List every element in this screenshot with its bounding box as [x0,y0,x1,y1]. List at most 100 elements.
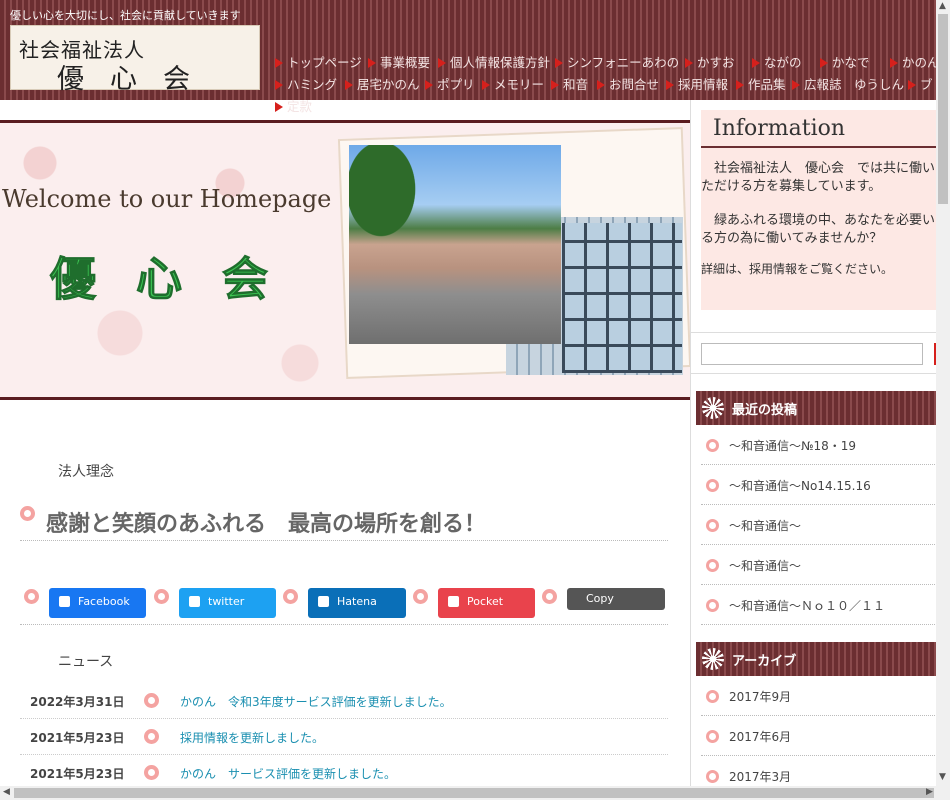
hatena-icon [318,596,329,607]
nav-item-nagano[interactable]: ながの [752,52,802,71]
nav-item-kasuo[interactable]: かすお [685,52,735,71]
nav-arrow-icon [666,80,674,90]
nav-item-top[interactable]: トップページ [275,52,362,71]
twitter-share-button[interactable]: twitter [179,588,276,618]
scroll-down-icon[interactable]: ▼ [939,772,946,782]
bullet-circle-icon [283,589,298,604]
nav-arrow-icon [890,58,898,68]
nav-arrow-icon [368,58,376,68]
recent-post-item[interactable]: ～和音通信～No14.15.16 [701,465,937,505]
nav-item-privacy[interactable]: 個人情報保護方針 [438,52,550,71]
nav-arrow-icon [820,58,828,68]
sidebar: Information 社会福祉法人 優心会 では共に働いただける方を募集してい… [690,100,940,800]
recent-post-item[interactable]: ～和音通信～Ｎｏ１０／１１ [701,585,937,625]
vertical-scroll-thumb[interactable] [938,14,948,204]
bullet-circle-icon [706,559,719,572]
information-title: Information [701,110,937,148]
bullet-circle-icon [20,506,35,521]
logo-line2: 優心会 [57,64,216,95]
pocket-icon [448,596,459,607]
scroll-up-icon[interactable]: ▲ [939,1,946,11]
nav-item-kyotaku-kanon[interactable]: 居宅かのん [345,74,420,93]
information-text: 社会福祉法人 優心会 では共に働いただける方を募集しています。 [701,161,936,194]
news-date: 2022年3月31日 [30,695,125,709]
nav-item-memory[interactable]: メモリー [482,74,544,93]
nav-item-contact[interactable]: お問合せ [597,74,659,93]
flower-icon [702,397,724,419]
nav-item-humming[interactable]: ハミング [275,74,337,93]
nav-item-works[interactable]: 作品集 [736,74,786,93]
bullet-circle-icon [542,589,557,604]
nav-item-kanon[interactable]: かのん [890,52,940,71]
archive-item[interactable]: 2017年9月 [701,676,937,716]
window-grid [562,223,682,373]
nav-item-blog[interactable]: ブ [908,74,933,93]
news-row: 2022年3月31日 かのん 令和3年度サービス評価を更新しました。 [20,683,668,719]
site-header: 優しい心を大切にし、社会に貢献していきます 社会福祉法人 優心会 トップページ … [0,0,950,114]
copy-button[interactable]: Copy [567,588,665,610]
nav-item-potpourri[interactable]: ポプリ [425,74,475,93]
news-label: ニュース [58,654,114,670]
site-logo[interactable]: 社会福祉法人 優心会 [10,25,260,95]
hatena-share-button[interactable]: Hatena [308,588,406,618]
recent-post-item[interactable]: ～和音通信～ [701,505,937,545]
philosophy-label: 法人理念 [58,464,114,480]
vertical-scrollbar[interactable]: ▲ ▼ [936,0,950,786]
hero-banner: Welcome to our Homepage 優心会 [0,120,690,400]
philosophy-heading: 感謝と笑顔のあふれる 最高の場所を創る！ [46,512,487,537]
tree-shape [349,145,429,255]
bullet-circle-icon [706,770,719,783]
information-text: 緑あふれる環境の中、あなたを必要いる方の為に働いてみませんか？ [701,213,936,246]
welcome-text: Welcome to our Homepage [2,185,332,213]
information-box: Information 社会福祉法人 優心会 では共に働いただける方を募集してい… [701,110,937,310]
nav-arrow-icon [551,80,559,90]
divider [20,624,668,625]
nav-arrow-icon [275,80,283,90]
nav-arrow-icon [736,80,744,90]
information-text: 詳細は、採用情報をご覧ください。 [701,262,894,276]
news-link[interactable]: 採用情報を更新しました。 [180,729,324,746]
pocket-share-button[interactable]: Pocket [438,588,535,618]
nav-item-newsletter[interactable]: 広報誌 ゆうしん [792,74,904,93]
nav-arrow-icon [438,58,446,68]
nav-arrow-icon [275,102,283,112]
bullet-circle-icon [706,599,719,612]
bullet-circle-icon [144,693,159,708]
archive-heading: アーカイブ [696,642,937,676]
nav-item-business[interactable]: 事業概要 [368,52,430,71]
nav-item-waon[interactable]: 和音 [551,74,588,93]
news-date: 2021年5月23日 [30,731,125,745]
facebook-icon [59,596,70,607]
twitter-icon [189,596,200,607]
nav-arrow-icon [597,80,605,90]
nav-arrow-icon [752,58,760,68]
bullet-circle-icon [706,479,719,492]
nav-arrow-icon [425,80,433,90]
archive-item[interactable]: 2017年6月 [701,716,937,756]
scroll-right-icon[interactable]: ▶ [926,787,933,797]
nav-arrow-icon [908,80,916,90]
search-widget [691,332,940,374]
recent-posts-heading: 最近の投稿 [696,391,937,425]
horizontal-scroll-thumb[interactable] [14,788,934,798]
nav-arrow-icon [345,80,353,90]
nav-arrow-icon [482,80,490,90]
horizontal-scrollbar[interactable]: ◀ ▶ [0,786,950,800]
bullet-circle-icon [144,765,159,780]
nav-item-symphony[interactable]: シンフォニーあわの [555,52,679,71]
nav-item-articles[interactable]: 定款 [275,96,312,115]
news-link[interactable]: かのん サービス評価を更新しました。 [180,765,396,782]
news-date: 2021年5月23日 [30,767,125,781]
search-input[interactable] [701,343,923,365]
news-row: 2021年5月23日 採用情報を更新しました。 [20,719,668,755]
brand-text: 優心会 [50,252,308,307]
nav-item-kanade[interactable]: かなで [820,52,870,71]
bullet-circle-icon [154,589,169,604]
nav-item-recruit[interactable]: 採用情報 [666,74,728,93]
facebook-share-button[interactable]: Facebook [49,588,146,618]
recent-post-item[interactable]: ～和音通信～ [701,545,937,585]
recent-post-item[interactable]: ～和音通信～№18・19 [701,425,937,465]
scroll-left-icon[interactable]: ◀ [3,787,10,797]
news-link[interactable]: かのん 令和3年度サービス評価を更新しました。 [180,693,452,710]
divider [20,540,668,541]
